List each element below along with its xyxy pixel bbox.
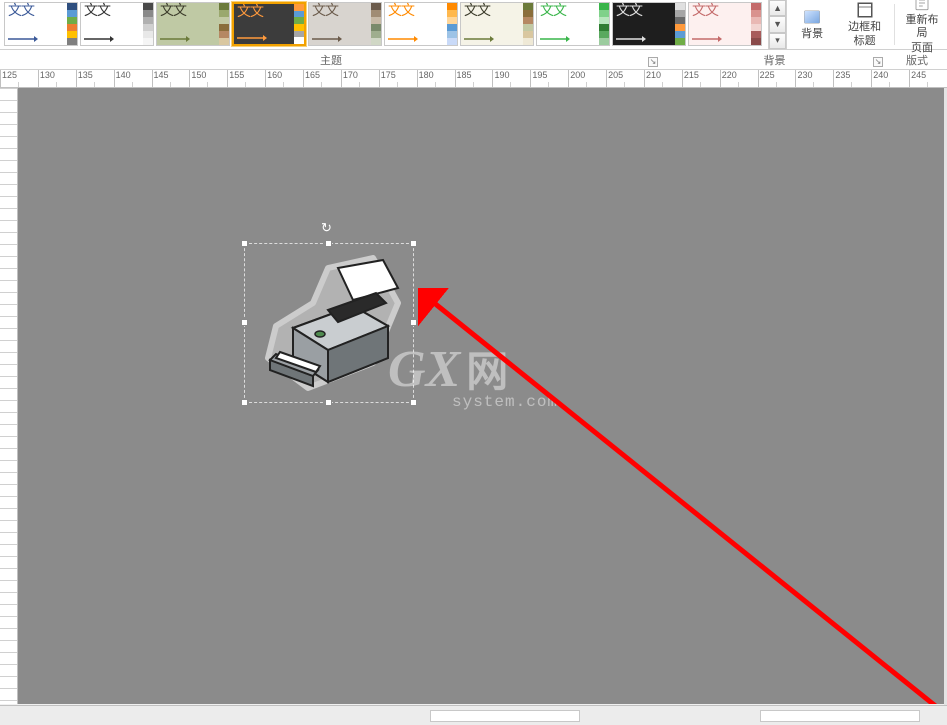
theme-thumb-4[interactable]: 文文 [308, 2, 382, 46]
watermark-cn: 网 [466, 348, 508, 395]
ribbon-group-labels: 主题 ↘ 背景 ↘ 版式 [0, 50, 947, 70]
theme-aa-text: 文文 [237, 6, 263, 20]
rotate-handle[interactable]: ↻ [321, 220, 335, 234]
group-label-theme: 主题 ↘ [0, 50, 662, 69]
theme-aa-text: 文文 [464, 5, 490, 19]
background-group-launcher[interactable]: ↘ [873, 57, 883, 67]
theme-aa-text: 文文 [160, 5, 186, 19]
theme-thumb-8[interactable]: 文文 [612, 2, 686, 46]
theme-scroll-up[interactable]: ▲ [769, 0, 786, 16]
theme-aa-text: 文文 [540, 5, 566, 19]
theme-thumb-7[interactable]: 文文 [536, 2, 610, 46]
group-theme-text: 主题 [320, 52, 342, 68]
theme-thumb-9[interactable]: 文文 [688, 2, 762, 46]
vertical-ruler [0, 88, 18, 704]
printer-shape[interactable] [258, 248, 423, 408]
group-label-background: 背景 ↘ [662, 50, 887, 69]
work-area: GX网 system.com ↻ [0, 88, 947, 704]
canvas[interactable]: GX网 system.com ↻ [18, 88, 947, 704]
theme-gallery: 文文 文文 文文 文文 文文 文文 文文 文文 文文 文文 [0, 0, 766, 49]
status-segment-1 [430, 710, 580, 722]
resize-handle-bl[interactable] [241, 399, 248, 406]
resize-handle-tl[interactable] [241, 240, 248, 247]
theme-aa-text: 文文 [84, 5, 110, 19]
background-button[interactable]: 背景 [787, 0, 837, 49]
relayout-icon [913, 0, 931, 12]
theme-gallery-scroll: ▲ ▼ ▾ [768, 0, 786, 49]
border-title-label: 边框和标题 [843, 21, 886, 47]
resize-handle-tm[interactable] [325, 240, 332, 247]
theme-aa-text: 文文 [616, 5, 642, 19]
theme-aa-text: 文文 [8, 5, 34, 19]
resize-handle-ml[interactable] [241, 319, 248, 326]
resize-handle-tr[interactable] [410, 240, 417, 247]
annotation-arrow [418, 288, 947, 704]
watermark-sub: system.com [452, 393, 558, 411]
group-label-format: 版式 [887, 50, 947, 69]
relayout-label-1: 重新布局 [903, 14, 941, 40]
theme-thumb-1[interactable]: 文文 [80, 2, 154, 46]
border-title-icon [856, 1, 874, 19]
relayout-button[interactable]: 重新布局 页面 [897, 0, 947, 49]
horizontal-ruler: 1251301351401451501551601651701751801851… [0, 70, 947, 88]
theme-gallery-more[interactable]: ▾ [769, 33, 786, 49]
theme-aa-text: 文文 [692, 5, 718, 19]
background-icon [803, 8, 821, 26]
border-title-button[interactable]: 边框和标题 [837, 0, 892, 49]
theme-thumb-3[interactable]: 文文 [232, 2, 306, 46]
watermark-x: X [426, 340, 461, 399]
theme-thumb-0[interactable]: 文文 [4, 2, 78, 46]
group-bg-text: 背景 [764, 52, 786, 68]
theme-scroll-down[interactable]: ▼ [769, 16, 786, 32]
theme-thumb-6[interactable]: 文文 [460, 2, 534, 46]
status-segment-2 [760, 710, 920, 722]
ribbon-right-group: 背景 边框和标题 重新布局 页面 [786, 0, 947, 49]
theme-group-launcher[interactable]: ↘ [648, 57, 658, 67]
theme-thumb-2[interactable]: 文文 [156, 2, 230, 46]
group-format-text: 版式 [906, 52, 928, 68]
theme-thumb-5[interactable]: 文文 [384, 2, 458, 46]
theme-aa-text: 文文 [388, 5, 414, 19]
status-bar [0, 705, 947, 725]
ribbon: 文文 文文 文文 文文 文文 文文 文文 文文 文文 文文 ▲ ▼ ▾ 背景 边框和标题 重新布局… [0, 0, 947, 50]
page[interactable]: GX网 system.com ↻ [18, 108, 947, 704]
ribbon-separator [894, 4, 895, 45]
background-label: 背景 [801, 28, 823, 41]
theme-aa-text: 文文 [312, 5, 338, 19]
